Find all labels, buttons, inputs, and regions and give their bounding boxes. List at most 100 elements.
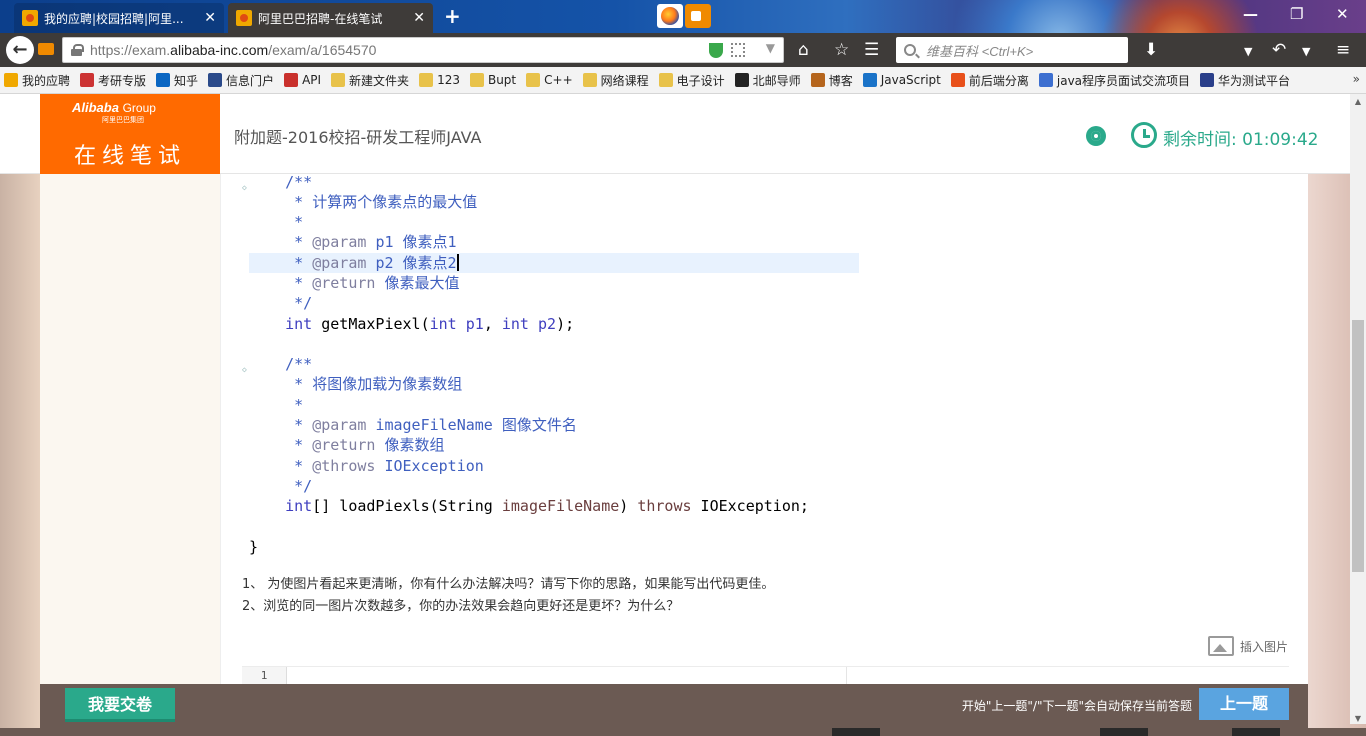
alibaba-favicon-icon	[22, 10, 38, 26]
print-margin	[846, 667, 847, 685]
bookmark-item[interactable]: 知乎	[156, 72, 198, 89]
bookmark-item[interactable]: 123	[419, 73, 460, 87]
home-icon[interactable]: ⌂	[798, 41, 809, 59]
bookmark-item[interactable]: 电子设计	[658, 72, 725, 89]
taskbar-item[interactable]	[1100, 728, 1148, 736]
bookmark-item[interactable]: 信息门户	[208, 72, 274, 89]
autosave-note: 开始"上一题"/"下一题"会自动保存当前答题	[961, 699, 1192, 713]
menu-icon[interactable]: ≡	[1336, 41, 1350, 59]
folder-icon	[658, 73, 673, 87]
folder-icon	[582, 73, 597, 87]
bookmarks-bar: 我的应聘 考研专版 知乎 信息门户 API 新建文件夹 123 Bupt C++ 网络课程 电子设计…	[0, 67, 1366, 94]
firefox-icon[interactable]	[657, 4, 683, 28]
star-icon[interactable]: ☆	[834, 41, 849, 59]
code-line: * @return 像素最大值	[285, 274, 460, 292]
bookmark-label: 前后端分离	[968, 73, 1029, 88]
zhihu-icon	[156, 73, 171, 87]
scroll-up-icon[interactable]: ▲	[1350, 94, 1366, 110]
qr-code-icon[interactable]	[731, 43, 745, 57]
folder-icon	[331, 73, 346, 87]
exam-title: 附加题-2016校招-研发工程师JAVA	[234, 128, 482, 147]
bookmark-label: 考研专版	[98, 73, 147, 88]
footer-bar: 我要交卷 开始"上一题"/"下一题"会自动保存当前答题 上一题	[40, 684, 1308, 728]
api-icon	[284, 73, 299, 87]
more-bookmarks-icon[interactable]: »	[1353, 72, 1360, 86]
bookmark-item[interactable]: 我的应聘	[4, 72, 70, 89]
scrollbar-thumb[interactable]	[1352, 320, 1364, 572]
question-content: ◇ /** * 计算两个像素点的最大值 * * @param p1 像素点1 *…	[40, 173, 1308, 685]
close-icon[interactable]: ✕	[413, 10, 425, 26]
code-line-highlighted: * @param p2 像素点2	[249, 253, 859, 273]
search-input[interactable]: 维基百科 <Ctrl+K>	[896, 37, 1128, 63]
window-close-icon[interactable]: ✕	[1336, 5, 1349, 23]
bookmark-item[interactable]: 北邮导师	[734, 72, 801, 89]
folder-icon	[526, 73, 541, 87]
code-line: * 将图像加载为像素数组	[285, 375, 463, 393]
bookmark-item[interactable]: 前后端分离	[950, 72, 1029, 89]
alibaba-logo: Alibaba Group	[72, 100, 156, 115]
previous-question-button[interactable]: 上一题	[1199, 688, 1289, 720]
scroll-down-icon[interactable]: ▼	[1350, 711, 1366, 727]
insert-image-button[interactable]: 插入图片	[1207, 636, 1288, 656]
bookmark-item[interactable]: 新建文件夹	[331, 72, 409, 89]
close-icon[interactable]: ✕	[204, 10, 216, 26]
bookmark-item[interactable]: Bupt	[469, 73, 517, 87]
deer-icon	[810, 73, 825, 87]
alibaba-icon	[4, 73, 18, 87]
url-bar[interactable]: https://exam.alibaba-inc.com/exam/a/1654…	[62, 37, 784, 63]
chevron-down-icon[interactable]: ▼	[1244, 43, 1252, 61]
bookmark-item[interactable]: 博客	[810, 72, 853, 89]
code-snippet: ◇ /** * 计算两个像素点的最大值 * * @param p1 像素点1 *…	[242, 173, 859, 564]
bookmark-label: 网络课程	[600, 73, 649, 88]
os-taskbar	[0, 728, 1366, 736]
tab-title: 我的应聘|校园招聘|阿里...	[44, 11, 184, 26]
code-line: int[] loadPiexls(String imageFileName) t…	[285, 497, 809, 515]
github-icon	[734, 73, 749, 87]
chevron-down-icon[interactable]: ▼	[1302, 43, 1310, 61]
restore-icon[interactable]: ❐	[1290, 5, 1303, 23]
bookmark-label: 电子设计	[676, 73, 725, 88]
shield-icon[interactable]	[709, 43, 723, 58]
taskbar-item[interactable]	[832, 728, 880, 736]
chevron-down-icon[interactable]: ▼	[766, 41, 775, 55]
webcam-icon	[1086, 126, 1106, 148]
minimize-icon[interactable]: —	[1243, 5, 1258, 23]
paw-icon	[1038, 73, 1053, 87]
bookmark-item[interactable]: C++	[526, 73, 573, 87]
code-line: * @return 像素数组	[285, 436, 445, 454]
bookmark-item[interactable]: 华为测试平台	[1200, 72, 1290, 89]
code-line: */	[285, 294, 313, 312]
download-icon[interactable]: ⬇	[1144, 41, 1158, 59]
undo-icon[interactable]: ↶	[1272, 41, 1286, 59]
code-line: int getMaxPiexl(int p1, int p2);	[285, 315, 575, 333]
taskbar-item[interactable]	[1232, 728, 1280, 736]
code-line: * @throws IOException	[285, 457, 484, 475]
brand-logo[interactable]: Alibaba Group 阿里巴巴集团 在线笔试	[40, 94, 220, 174]
answer-editor[interactable]: 1	[242, 666, 1289, 685]
question-item: 1、 为使图片看起来更清晰，你有什么办法解决吗？请写下你的思路，如果能写出代码更…	[242, 577, 775, 592]
bookmark-label: 信息门户	[226, 73, 275, 88]
reading-list-icon[interactable]: ☰	[864, 41, 879, 59]
submit-exam-button[interactable]: 我要交卷	[65, 688, 175, 722]
exam-header: Alibaba Group 阿里巴巴集团 在线笔试 附加题-2016校招-研发工…	[0, 94, 1350, 174]
bookmark-label: 新建文件夹	[349, 73, 410, 88]
browser-nav-bar: ← https://exam.alibaba-inc.com/exam/a/16…	[0, 33, 1366, 67]
code-line: */	[285, 477, 313, 495]
lock-icon	[71, 44, 84, 56]
code-line: *	[285, 396, 304, 414]
back-arrow-icon[interactable]: ←	[6, 36, 34, 64]
bookmark-label: Bupt	[487, 73, 517, 87]
video-icon[interactable]	[685, 4, 711, 28]
browser-tab-active[interactable]: 阿里巴巴招聘-在线笔试 ✕	[228, 3, 433, 33]
bookmark-item[interactable]: java程序员面试交流项目	[1038, 72, 1190, 89]
new-tab-icon[interactable]: +	[444, 4, 461, 28]
question-item: 2、浏览的同一图片次数越多，你的办法效果会趋向更好还是更坏？为什么？	[242, 599, 680, 614]
code-line: * @param p1 像素点1	[285, 233, 457, 251]
bookmark-item[interactable]: JavaScript	[862, 73, 941, 87]
browser-tab[interactable]: 我的应聘|校园招聘|阿里... ✕	[14, 3, 224, 33]
bookmark-label: 知乎	[174, 73, 199, 88]
video-icon[interactable]	[38, 43, 54, 55]
bookmark-item[interactable]: API	[284, 73, 321, 87]
bookmark-item[interactable]: 网络课程	[582, 72, 649, 89]
bookmark-item[interactable]: 考研专版	[80, 72, 146, 89]
